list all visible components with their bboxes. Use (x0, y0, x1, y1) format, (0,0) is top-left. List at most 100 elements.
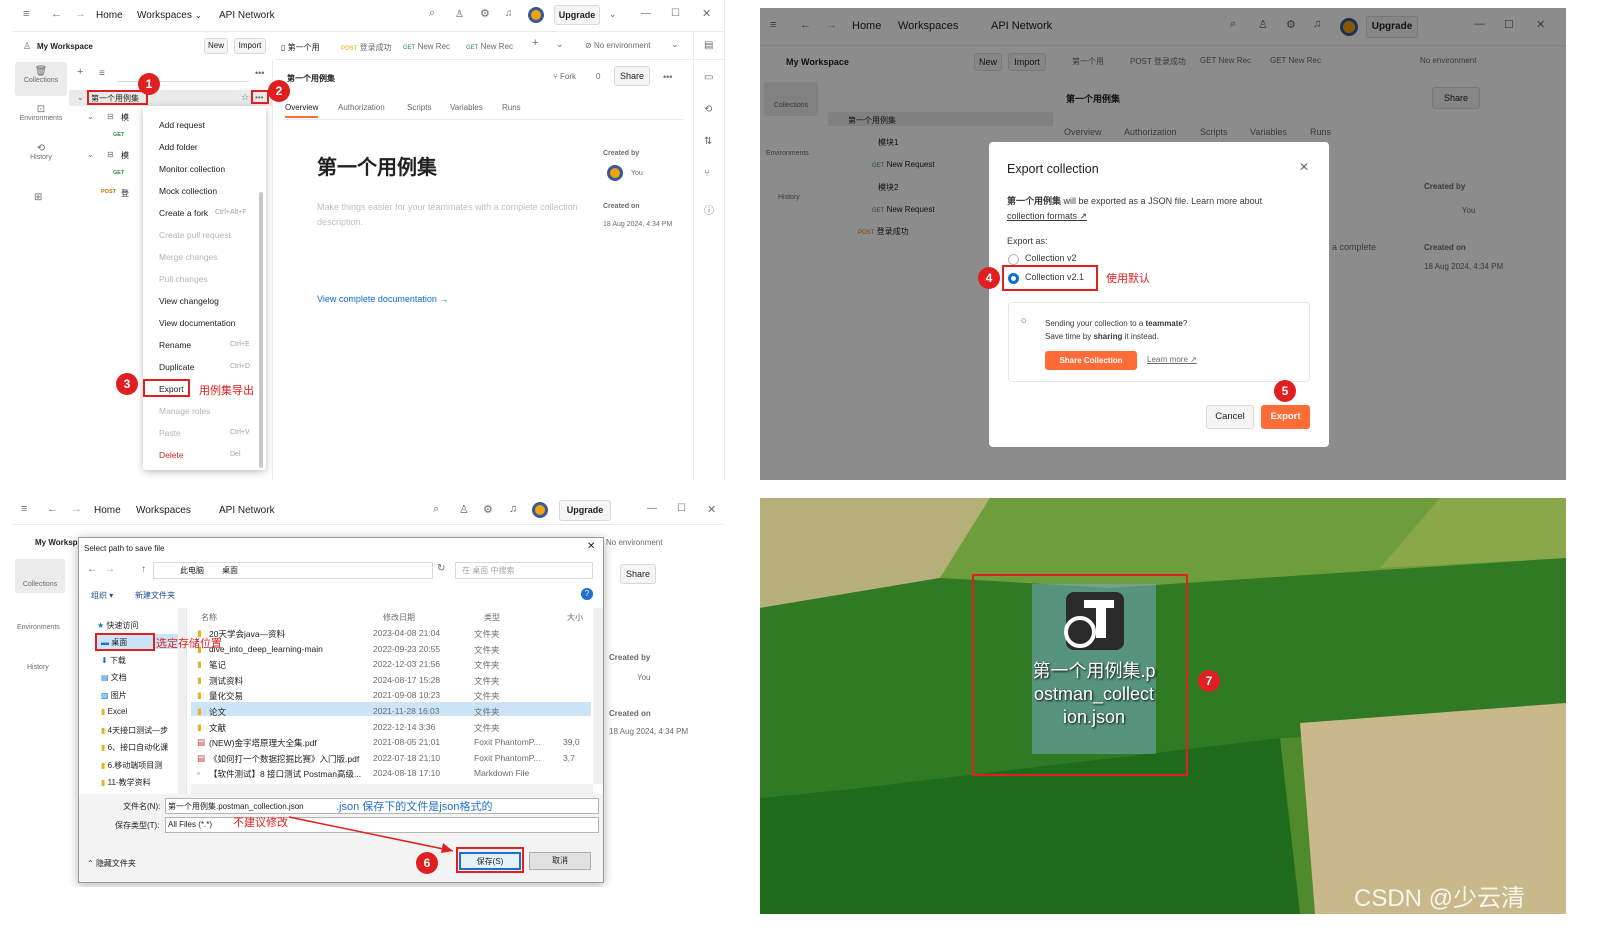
column-date[interactable]: 修改日期 (383, 612, 415, 623)
new-button[interactable]: New (204, 38, 228, 54)
layout-icon[interactable]: ▤ (704, 40, 713, 51)
gear-icon[interactable]: ⚙ (480, 7, 490, 20)
tab-authorization[interactable]: Authorization (338, 103, 385, 112)
bell-icon[interactable]: ♫ (505, 8, 513, 19)
bell-icon[interactable]: ♫ (509, 503, 517, 515)
address-bar[interactable]: 此电脑 桌面 (153, 562, 433, 579)
upgrade-button[interactable]: Upgrade (559, 500, 611, 521)
invite-user-icon[interactable]: ♙ (455, 9, 464, 20)
export-button[interactable]: Export (1261, 405, 1310, 429)
nav-item[interactable]: ▮ Excel (101, 707, 127, 716)
pull-request-icon[interactable]: ⇅ (704, 136, 712, 147)
radio-collection-v2[interactable] (1008, 254, 1019, 265)
search-icon[interactable]: ⌕ (433, 503, 439, 516)
avatar[interactable] (528, 7, 544, 23)
option-collection-v2[interactable]: Collection v2 (1025, 253, 1077, 263)
more-icon[interactable]: ••• (255, 68, 264, 78)
organize-button[interactable]: 组织 ▾ (91, 590, 113, 601)
help-icon[interactable]: ? (581, 588, 593, 600)
nav-api-network[interactable]: API Network (219, 10, 275, 21)
add-tab-icon[interactable]: + (532, 37, 538, 49)
back-arrow-icon[interactable]: ← (47, 503, 58, 515)
menu-item[interactable]: Add folder (159, 142, 198, 152)
configure-icon[interactable]: ⊞ (34, 192, 42, 203)
column-name[interactable]: 名称 (201, 612, 217, 623)
file-row[interactable]: ▮ 量化交易 2021-09-08 10:23 文件夹 (191, 688, 591, 703)
menu-item[interactable]: View changelog (159, 296, 219, 306)
nav-home[interactable]: Home (94, 505, 121, 516)
import-button[interactable]: Import (234, 38, 266, 54)
menu-item[interactable]: View documentation (159, 318, 235, 328)
share-button[interactable]: Share (620, 564, 656, 584)
forward-arrow-icon[interactable]: → (71, 503, 82, 515)
menu-scrollbar[interactable] (259, 192, 263, 468)
nav-home[interactable]: Home (96, 10, 123, 21)
filter-icon[interactable]: ≡ (99, 68, 105, 79)
maximize-icon[interactable]: ☐ (677, 503, 686, 514)
gear-icon[interactable]: ⚙ (483, 503, 493, 516)
nav-item[interactable]: ▮ 11-教学资料 (101, 777, 151, 788)
close-icon[interactable]: ✕ (702, 7, 711, 20)
close-icon[interactable]: ✕ (707, 503, 716, 516)
breadcrumb-item[interactable]: 此电脑 (180, 565, 204, 576)
maximize-icon[interactable]: ☐ (671, 8, 680, 19)
folder-name[interactable]: 模 (121, 112, 129, 123)
file-row[interactable]: ▫ 【软件测试】8 接口测试 Postman高级... 2024-08-18 17:… (191, 766, 591, 781)
history-icon[interactable]: ⟲ (704, 104, 712, 115)
cancel-button[interactable]: 取消 (529, 852, 591, 870)
workspace-name[interactable]: My Worksp (35, 538, 78, 547)
forward-arrow-icon[interactable]: → (105, 564, 115, 575)
nav-item[interactable]: ▮ 6、接口自动化课 (101, 742, 168, 753)
collection-description[interactable]: Make things easier for your teammates wi… (317, 200, 587, 230)
quick-access[interactable]: ★ 快速访问 (97, 620, 138, 631)
avatar[interactable] (532, 502, 548, 518)
chevron-down-icon[interactable]: ⌄ (609, 9, 617, 20)
file-row[interactable]: ▮ 20天学会java—资料 2023-04-08 21:04 文件夹 (191, 626, 591, 641)
menu-item[interactable]: Delete (159, 450, 184, 460)
horizontal-scrollbar[interactable] (191, 784, 593, 794)
comments-icon[interactable]: ▭ (704, 72, 713, 83)
collection-title[interactable]: 第一个用例集 (317, 151, 437, 180)
sidebar-collections[interactable]: 🗑 Collections (15, 62, 67, 96)
forward-arrow-icon[interactable]: → (75, 8, 86, 20)
upgrade-button[interactable]: Upgrade (554, 5, 600, 25)
tab-scripts[interactable]: Scripts (407, 103, 431, 112)
nav-workspaces[interactable]: Workspaces (137, 10, 192, 21)
close-icon[interactable]: ✕ (587, 541, 595, 552)
share-collection-button[interactable]: Share Collection (1045, 351, 1137, 370)
menu-item[interactable]: Rename (159, 340, 191, 350)
minimize-icon[interactable]: — (647, 503, 657, 514)
hamburger-icon[interactable]: ≡ (21, 503, 27, 515)
star-icon[interactable]: ☆ (241, 92, 249, 103)
cancel-button[interactable]: Cancel (1206, 405, 1254, 429)
tab-runs[interactable]: Runs (502, 103, 521, 112)
close-icon[interactable]: ✕ (1299, 160, 1309, 174)
nav-item[interactable]: ▤ 文档 (101, 672, 127, 683)
tab-get-1[interactable]: GET New Rec (403, 42, 450, 51)
back-arrow-icon[interactable]: ← (87, 564, 97, 575)
nav-workspaces[interactable]: Workspaces (136, 505, 191, 516)
info-icon[interactable]: ⓘ (704, 202, 714, 217)
nav-item[interactable]: ▨ 图片 (101, 690, 127, 701)
tab-post[interactable]: POST 登录成功 (341, 42, 392, 53)
sidebar-history[interactable]: ⟲ History (15, 143, 67, 173)
no-environment-select[interactable]: No environment (606, 538, 662, 547)
hamburger-icon[interactable]: ≡ (23, 8, 29, 20)
file-row[interactable]: ▮ dive_into_deep_learning-main 2022-09-23 … (191, 642, 591, 657)
menu-item[interactable]: Monitor collection (159, 164, 225, 174)
tab-collection[interactable]: ▯ 第一个用 (281, 42, 320, 53)
chevron-down-icon[interactable]: ⌄ (556, 39, 564, 50)
file-row[interactable]: ▤ 《如何打一个数据挖掘比赛》入门版.pdf 2022-07-18 21:10 Fox… (191, 751, 591, 766)
breadcrumb-item[interactable]: 桌面 (222, 565, 238, 576)
more-icon[interactable]: ••• (663, 72, 672, 82)
collection-formats-link[interactable]: collection formats ↗ (1007, 211, 1087, 221)
folder-name[interactable]: 模 (121, 150, 129, 161)
refresh-icon[interactable]: ↻ (437, 563, 445, 574)
nav-item[interactable]: ▮ 4天接口测试—步 (101, 725, 168, 736)
no-environment-select[interactable]: ⊘ No environment (585, 41, 650, 50)
menu-item[interactable]: Mock collection (159, 186, 217, 196)
share-button[interactable]: Share (614, 66, 650, 86)
invite-user-icon[interactable]: ♙ (459, 503, 469, 516)
search-collections-input[interactable] (117, 68, 249, 82)
workspace-name[interactable]: My Workspace (37, 42, 93, 51)
